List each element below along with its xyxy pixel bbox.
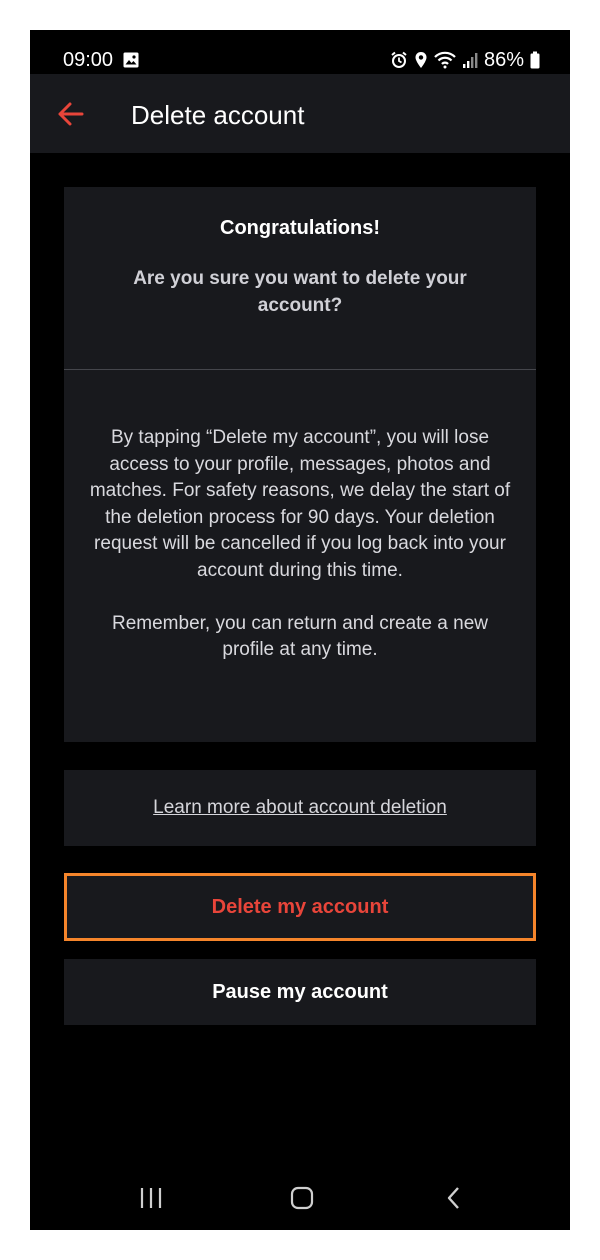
home-icon[interactable] bbox=[282, 1182, 322, 1214]
delete-account-button[interactable]: Delete my account bbox=[64, 873, 536, 941]
battery-percent: 86% bbox=[483, 49, 524, 71]
status-bar: 09:00 86% bbox=[30, 30, 570, 74]
learn-more-container: Learn more about account deletion bbox=[64, 770, 536, 846]
back-icon[interactable] bbox=[434, 1182, 474, 1214]
wifi-icon bbox=[434, 51, 456, 69]
phone-screen: 09:00 86% Delete account Congratulations… bbox=[30, 30, 570, 1230]
status-time: 09:00 bbox=[63, 49, 114, 71]
system-nav-bar bbox=[30, 1166, 570, 1230]
status-icons: 86% bbox=[390, 48, 540, 72]
signal-icon bbox=[462, 53, 478, 68]
card-body: By tapping “Delete my account”, you will… bbox=[86, 425, 514, 690]
battery-icon bbox=[530, 51, 540, 69]
app-bar: Delete account bbox=[30, 74, 570, 153]
alarm-icon bbox=[391, 51, 407, 68]
card-divider bbox=[64, 369, 536, 370]
confirmation-card: Congratulations! Are you sure you want t… bbox=[64, 187, 536, 742]
image-icon bbox=[123, 52, 139, 68]
body-paragraph: By tapping “Delete my account”, you will… bbox=[89, 427, 511, 581]
recent-apps-icon[interactable] bbox=[131, 1182, 171, 1214]
card-heading: Congratulations! bbox=[220, 217, 380, 239]
page-title: Delete account bbox=[131, 100, 305, 130]
body-paragraph: Remember, you can return and create a ne… bbox=[112, 612, 488, 661]
learn-more-link[interactable]: Learn more about account deletion bbox=[153, 797, 447, 819]
card-question: Are you sure you want to delete your acc… bbox=[133, 268, 467, 316]
location-icon bbox=[415, 52, 427, 68]
pause-account-button[interactable]: Pause my account bbox=[64, 959, 536, 1025]
arrow-left-icon[interactable] bbox=[54, 97, 88, 131]
